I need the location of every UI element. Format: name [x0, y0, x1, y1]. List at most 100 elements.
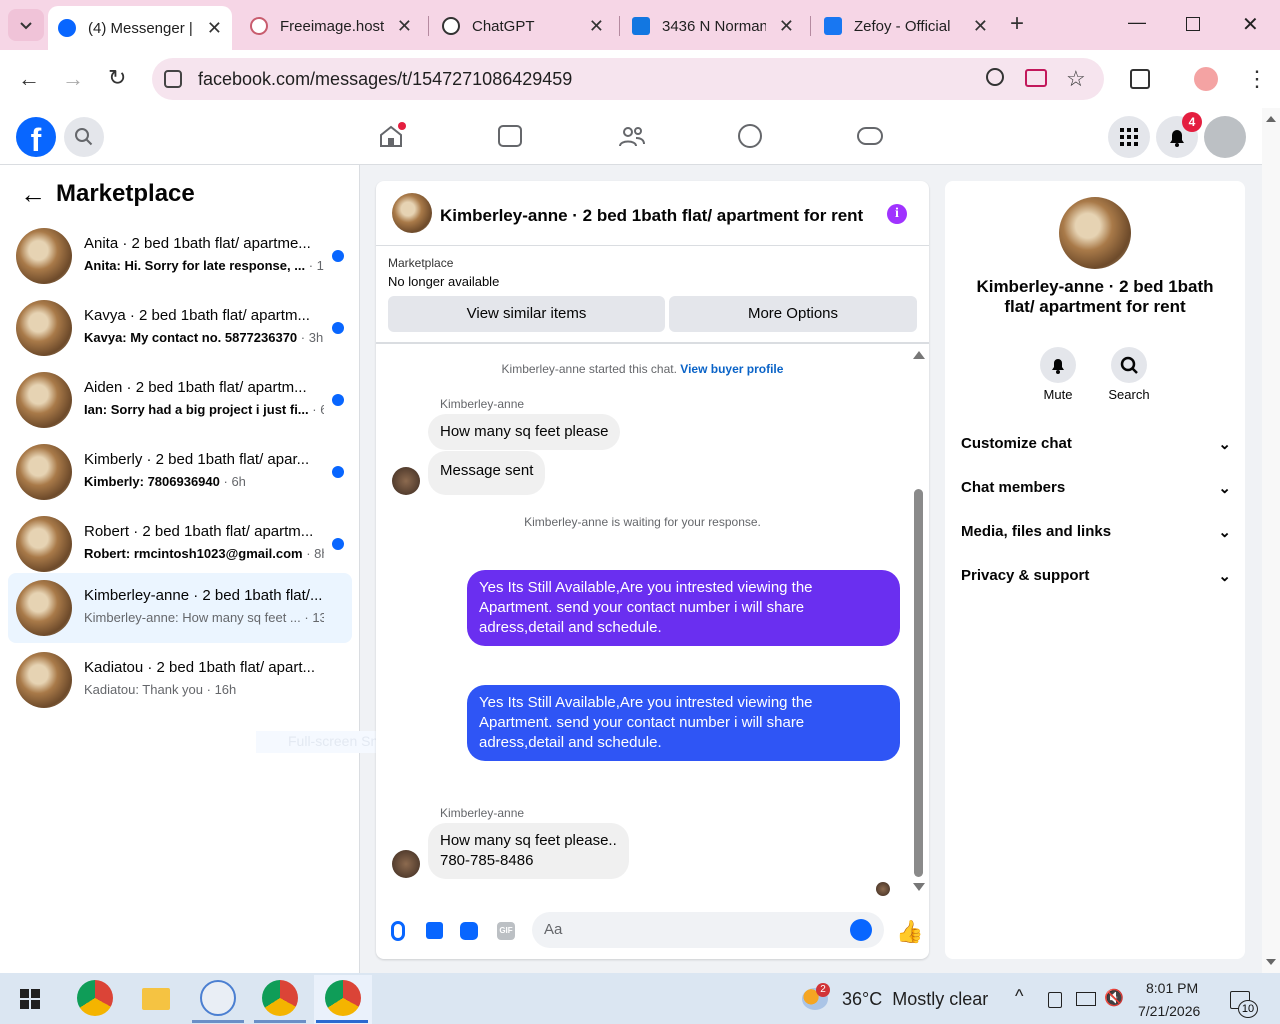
chat-scrollbar[interactable] [913, 351, 925, 891]
conversation-item[interactable]: Aiden · 2 bed 1bath flat/ apartm... Ian:… [8, 365, 352, 435]
tab-chatgpt[interactable]: ChatGPT ✕ [432, 6, 614, 46]
chrome-active-taskbar-icon[interactable] [325, 980, 361, 1016]
tab-messenger[interactable]: (4) Messenger | ✕ [48, 6, 232, 50]
chat-info-panel: Kimberley-anne · 2 bed 1bath flat/ apart… [945, 181, 1245, 959]
facebook-logo-icon[interactable]: f [16, 117, 56, 158]
gif-button[interactable]: GIF [497, 922, 515, 940]
listing-avatar [16, 372, 72, 428]
mute-button[interactable] [1040, 347, 1076, 383]
close-tab-icon[interactable]: ✕ [397, 16, 412, 37]
listing-status: No longer available [388, 274, 500, 289]
scroll-down-arrow[interactable] [913, 883, 925, 891]
sender-avatar [392, 467, 420, 495]
info-title: Kimberley-anne · 2 bed 1bath flat/ apart… [976, 277, 1214, 316]
tab-zillow[interactable]: 3436 N Norman ✕ [622, 6, 804, 46]
gaming-icon[interactable] [857, 127, 883, 145]
conversation-item[interactable]: Anita · 2 bed 1bath flat/ apartme... Ani… [8, 221, 352, 291]
groups-icon[interactable] [618, 124, 646, 153]
bookmark-star-icon[interactable]: ☆ [1066, 66, 1086, 92]
snipping-tool-icon[interactable] [200, 980, 236, 1016]
mute-label: Mute [1043, 387, 1073, 402]
tab-freeimage[interactable]: Freeimage.host ✕ [240, 6, 422, 46]
search-conversation-button[interactable] [1111, 347, 1147, 383]
listing-avatar [16, 228, 72, 284]
message-input[interactable]: Aa [532, 912, 884, 948]
home-icon[interactable] [378, 122, 406, 153]
menu-kebab-icon[interactable]: ⋮ [1246, 66, 1268, 92]
like-thumbs-up-icon[interactable]: 👍 [896, 919, 923, 945]
close-tab-icon[interactable]: ✕ [207, 18, 222, 39]
info-icon[interactable]: i [887, 204, 907, 224]
microphone-icon[interactable] [391, 921, 405, 941]
menu-grid-button[interactable] [1108, 116, 1150, 158]
close-tab-icon[interactable]: ✕ [589, 16, 604, 37]
clock-time[interactable]: 8:01 PM [1146, 980, 1198, 996]
new-tab-button[interactable]: + [1010, 10, 1024, 38]
chrome-profile-taskbar-icon[interactable] [262, 980, 298, 1016]
image-icon[interactable] [426, 922, 443, 939]
network-icon[interactable] [1076, 992, 1096, 1006]
outgoing-message: Yes Its Still Available,Are you intreste… [467, 685, 900, 761]
sender-name: Kimberley-anne [440, 397, 525, 411]
url-text[interactable]: facebook.com/messages/t/1547271086429459 [198, 69, 572, 90]
search-button[interactable] [64, 117, 104, 157]
back-button[interactable]: ← [18, 66, 40, 92]
conversation-item[interactable]: Kavya · 2 bed 1bath flat/ apartm... Kavy… [8, 293, 352, 363]
unread-dot [332, 538, 344, 550]
incoming-message: Message sent [428, 451, 546, 495]
tab-search-button[interactable] [8, 9, 44, 41]
install-app-icon[interactable] [1025, 69, 1047, 87]
sticker-icon[interactable] [460, 922, 478, 940]
page-scrollbar[interactable] [1262, 108, 1280, 973]
conversation-item-selected[interactable]: Kimberley-anne · 2 bed 1bath flat/... Ki… [8, 573, 352, 643]
back-arrow-icon[interactable]: ← [20, 179, 46, 210]
chat-title[interactable]: Kimberley-anne · 2 bed 1bath flat/ apart… [440, 206, 863, 226]
reload-button[interactable]: ↻ [108, 65, 126, 91]
panel-title: Marketplace [56, 180, 195, 207]
search-icon [75, 128, 93, 146]
customize-chat-section[interactable]: Customize chat ⌄ [961, 435, 1231, 453]
unread-dot [332, 322, 344, 334]
meet-now-icon[interactable] [1048, 992, 1062, 1008]
listing-label: Marketplace [388, 256, 454, 270]
close-tab-icon[interactable]: ✕ [779, 16, 794, 37]
chrome-taskbar-icon[interactable] [77, 980, 113, 1016]
listing-avatar [16, 444, 72, 500]
profile-avatar[interactable] [1194, 67, 1218, 91]
listing-avatar [16, 300, 72, 356]
zoom-icon[interactable] [986, 68, 1004, 86]
listing-avatar [16, 516, 72, 572]
close-tab-icon[interactable]: ✕ [973, 16, 988, 37]
clock-date[interactable]: 7/21/2026 [1138, 1003, 1200, 1019]
forward-button[interactable]: → [62, 66, 84, 92]
view-similar-button[interactable]: View similar items [388, 296, 665, 332]
chevron-up-icon[interactable]: ^ [1015, 986, 1023, 1007]
weather-text[interactable]: 36°C Mostly clear [842, 989, 988, 1010]
privacy-support-section[interactable]: Privacy & support ⌄ [961, 567, 1231, 585]
scroll-thumb[interactable] [914, 489, 923, 877]
more-options-button[interactable]: More Options [669, 296, 917, 332]
conversation-item[interactable]: Robert · 2 bed 1bath flat/ apartm... Rob… [8, 509, 352, 579]
media-files-links-section[interactable]: Media, files and links ⌄ [961, 523, 1231, 541]
tab-zefoy[interactable]: Zefoy - Official ✕ [814, 6, 998, 46]
volume-muted-icon[interactable]: 🔇 [1104, 988, 1124, 1008]
chevron-down-icon: ⌄ [1218, 524, 1231, 541]
site-info-icon[interactable] [164, 70, 182, 88]
chat-members-section[interactable]: Chat members ⌄ [961, 479, 1231, 497]
emoji-icon[interactable] [850, 919, 872, 941]
extensions-icon[interactable] [1130, 69, 1150, 89]
incoming-message: How many sq feet please.. 780-785-8486 [428, 823, 629, 879]
minimize-button[interactable]: — [1128, 12, 1146, 33]
conversation-item[interactable]: Kimberly · 2 bed 1bath flat/ apar... Kim… [8, 437, 352, 507]
account-avatar[interactable] [1204, 116, 1246, 158]
chevron-down-icon: ⌄ [1218, 480, 1231, 497]
restore-button[interactable] [1186, 17, 1200, 31]
close-window-button[interactable]: ✕ [1242, 12, 1259, 37]
scroll-up-arrow[interactable] [913, 351, 925, 359]
file-explorer-icon[interactable] [142, 988, 170, 1010]
watch-video-icon[interactable] [498, 125, 522, 147]
conversation-item[interactable]: Kadiatou · 2 bed 1bath flat/ apart... Ka… [8, 645, 352, 715]
view-buyer-profile-link[interactable]: View buyer profile [680, 362, 783, 376]
profile-circle-icon[interactable] [738, 124, 762, 148]
windows-start-icon[interactable] [20, 989, 40, 1009]
